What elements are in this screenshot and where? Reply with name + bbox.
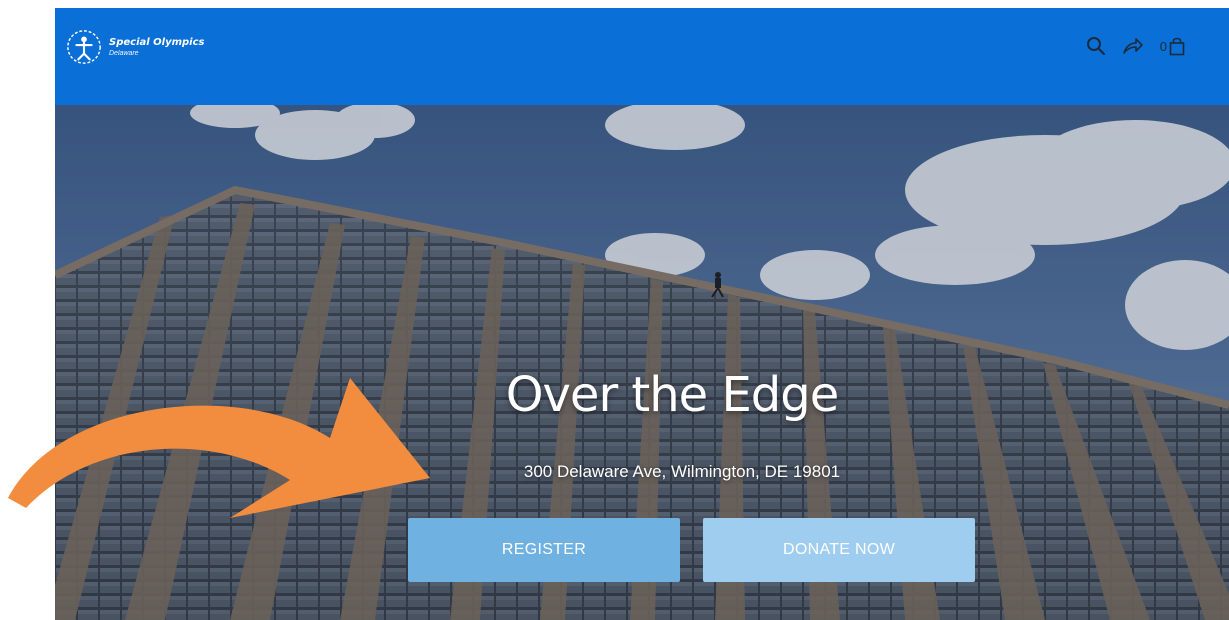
cart-count: 0	[1159, 38, 1167, 54]
brand-name: Special Olympics	[109, 36, 205, 48]
donate-now-button[interactable]: DONATE NOW	[703, 518, 975, 582]
site-header: Special Olympics Delaware 0	[55, 8, 1229, 105]
share-button[interactable]	[1122, 36, 1144, 56]
header-tools: 0	[1070, 36, 1185, 56]
shopping-bag-icon	[1169, 37, 1185, 56]
arrow-annotation-icon	[8, 378, 430, 518]
search-button[interactable]	[1086, 36, 1106, 56]
register-button[interactable]: REGISTER	[408, 518, 680, 582]
brand-subtitle: Delaware	[109, 49, 139, 57]
brand[interactable]: Special Olympics Delaware	[65, 28, 205, 66]
special-olympics-logo-icon	[67, 30, 101, 64]
search-icon	[1086, 37, 1105, 56]
cart-button[interactable]: 0	[1160, 36, 1185, 56]
share-icon	[1122, 38, 1143, 54]
